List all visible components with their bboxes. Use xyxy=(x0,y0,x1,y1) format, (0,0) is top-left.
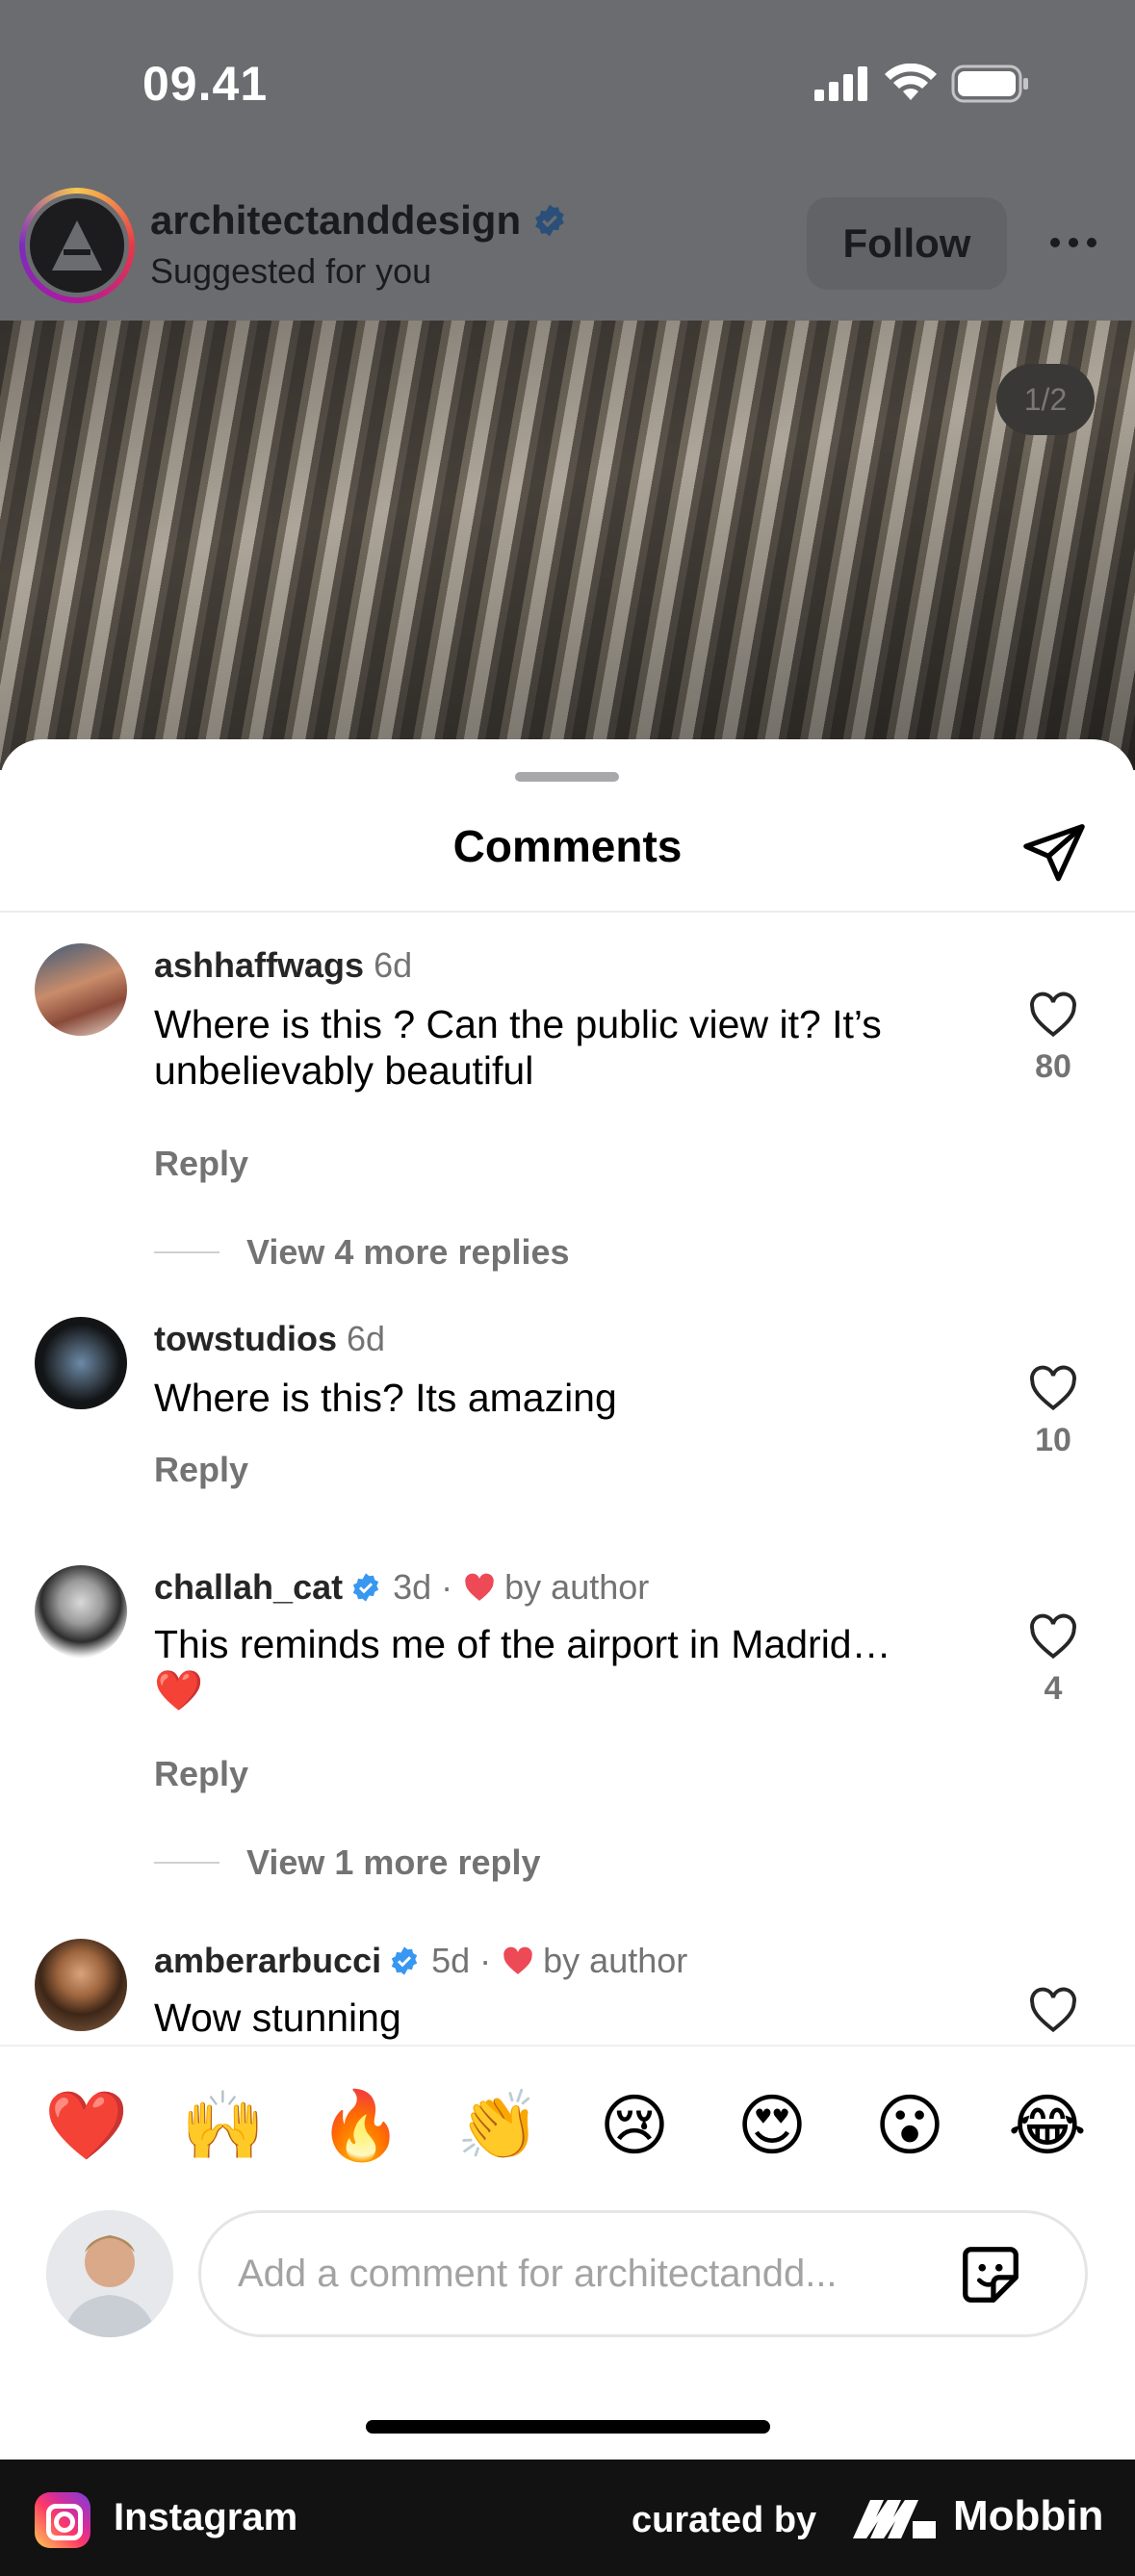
view-more-replies-label[interactable]: View 4 more replies xyxy=(246,1232,570,1273)
sheet-drag-handle[interactable] xyxy=(515,772,619,782)
reaction-crying-face[interactable]: 😢 xyxy=(594,2085,675,2166)
reaction-heart-eyes[interactable]: 😍 xyxy=(732,2085,813,2166)
view-more-replies[interactable]: View 1 more reply xyxy=(154,1842,541,1883)
battery-icon xyxy=(951,64,1028,103)
follow-button[interactable]: Follow xyxy=(807,197,1007,290)
like-count: 4 xyxy=(1044,1670,1063,1707)
share-send-icon[interactable] xyxy=(1019,818,1090,886)
view-more-replies-label[interactable]: View 1 more reply xyxy=(246,1842,541,1883)
verified-badge-icon xyxy=(391,1946,418,1975)
like-control[interactable]: 10 xyxy=(1022,1365,1084,1459)
comment-item: challah_cat 3d · by author This reminds … xyxy=(0,1556,1135,1902)
instagram-logo-icon xyxy=(35,2492,90,2548)
comment-text: This reminds me of the airport in Madrid… xyxy=(154,1622,891,1713)
footer-bar: Instagram curated by Mobbin xyxy=(0,2460,1135,2576)
mobbin-logo-icon xyxy=(853,2500,936,2538)
comment-time: 5d xyxy=(431,1941,471,1980)
heart-outline-icon[interactable] xyxy=(1028,992,1078,1038)
comment-item: towstudios 6d Where is this? Its amazing… xyxy=(0,1307,1135,1529)
comments-list[interactable]: ashhaffwags 6d Where is this ? Can the p… xyxy=(0,913,1135,2043)
like-control[interactable]: 80 xyxy=(1022,992,1084,1086)
comment-header: towstudios 6d xyxy=(154,1319,385,1359)
commenter-username[interactable]: amberarbucci xyxy=(154,1941,381,1981)
comment-header: amberarbucci 5d · by author xyxy=(154,1941,687,1981)
comment-item: amberarbucci 5d · by author Wow stunning xyxy=(0,1929,1135,2043)
comment-input[interactable] xyxy=(198,2210,1088,2337)
footer-brand: Mobbin xyxy=(953,2492,1104,2539)
commenter-username[interactable]: towstudios xyxy=(154,1319,337,1359)
status-time: 09.41 xyxy=(142,57,269,111)
comment-text: Where is this? Its amazing xyxy=(154,1376,617,1420)
view-more-replies[interactable]: View 4 more replies xyxy=(154,1232,570,1273)
commenter-username[interactable]: ashhaffwags xyxy=(154,945,364,986)
like-control[interactable] xyxy=(1022,1987,1084,2038)
comment-text: Wow stunning xyxy=(154,1996,401,2040)
cellular-signal-icon xyxy=(814,66,867,101)
reaction-tears-of-joy[interactable]: 😂 xyxy=(1007,2085,1088,2166)
separator-dot: · xyxy=(441,1567,453,1607)
sheet-title: Comments xyxy=(452,821,683,871)
more-options-icon[interactable] xyxy=(1040,219,1107,267)
user-photo-icon xyxy=(46,2210,173,2337)
liked-by-author-label: by author xyxy=(504,1567,650,1607)
quick-reactions-bar: ❤️ 🙌 🔥 👏 😢 😍 😮 😂 xyxy=(0,2045,1135,2208)
post-subtitle: Suggested for you xyxy=(150,251,432,291)
reply-button[interactable]: Reply xyxy=(154,1450,248,1490)
reaction-surprised-face[interactable]: 😮 xyxy=(869,2085,950,2166)
comment-item: ashhaffwags 6d Where is this ? Can the p… xyxy=(0,934,1135,1290)
post-header: architectanddesign Suggested for you Fol… xyxy=(0,168,1135,321)
status-bar: 09.41 xyxy=(0,0,1135,168)
heart-outline-icon[interactable] xyxy=(1028,1987,1078,2033)
post-image: 1/2 xyxy=(0,321,1135,770)
liked-by-author-label: by author xyxy=(543,1941,688,1980)
reaction-fire[interactable]: 🔥 xyxy=(319,2085,402,2166)
comment-time: 3d xyxy=(393,1567,432,1607)
heart-outline-icon[interactable] xyxy=(1028,1365,1078,1411)
wifi-icon xyxy=(885,64,937,100)
reply-button[interactable]: Reply xyxy=(154,1144,248,1184)
carousel-page-indicator: 1/2 xyxy=(996,364,1095,435)
current-user-avatar xyxy=(46,2210,173,2337)
like-control[interactable]: 4 xyxy=(1022,1613,1084,1708)
comment-time: 6d xyxy=(346,1319,386,1358)
sticker-icon[interactable] xyxy=(957,2241,1024,2308)
commenter-avatar[interactable] xyxy=(35,943,127,1036)
like-count: 10 xyxy=(1035,1422,1071,1458)
comment-text: Where is this ? Can the public view it? … xyxy=(154,1002,882,1093)
commenter-avatar[interactable] xyxy=(35,1939,127,2031)
heart-filled-icon xyxy=(465,1573,494,1601)
post-author-avatar[interactable] xyxy=(19,188,135,303)
footer-app-name: Instagram xyxy=(114,2496,298,2538)
architecture-logo-icon xyxy=(52,220,102,270)
heart-outline-icon[interactable] xyxy=(1028,1613,1078,1660)
reaction-red-heart[interactable]: ❤️ xyxy=(44,2085,128,2166)
comment-time: 6d xyxy=(374,945,413,985)
commenter-avatar[interactable] xyxy=(35,1317,127,1409)
reaction-clapping-hands[interactable]: 👏 xyxy=(456,2085,540,2166)
comment-header: ashhaffwags 6d xyxy=(154,945,412,986)
post-backdrop: 09.41 architectanddesign Suggested for y… xyxy=(0,0,1135,770)
commenter-username[interactable]: challah_cat xyxy=(154,1567,343,1608)
commenter-avatar[interactable] xyxy=(35,1565,127,1658)
like-count: 80 xyxy=(1035,1048,1071,1085)
home-indicator[interactable] xyxy=(366,2420,770,2434)
post-username-text[interactable]: architectanddesign xyxy=(150,197,521,244)
reply-button[interactable]: Reply xyxy=(154,1754,248,1794)
verified-badge-icon xyxy=(535,204,564,237)
verified-badge-icon xyxy=(352,1573,379,1602)
footer-curated-by: curated by xyxy=(632,2500,817,2540)
reaction-raising-hands[interactable]: 🙌 xyxy=(181,2085,265,2166)
comment-header: challah_cat 3d · by author xyxy=(154,1567,649,1608)
post-username[interactable]: architectanddesign xyxy=(150,197,567,244)
status-icons xyxy=(813,64,1030,104)
separator-dot: · xyxy=(479,1941,492,1980)
heart-filled-icon xyxy=(503,1946,532,1974)
